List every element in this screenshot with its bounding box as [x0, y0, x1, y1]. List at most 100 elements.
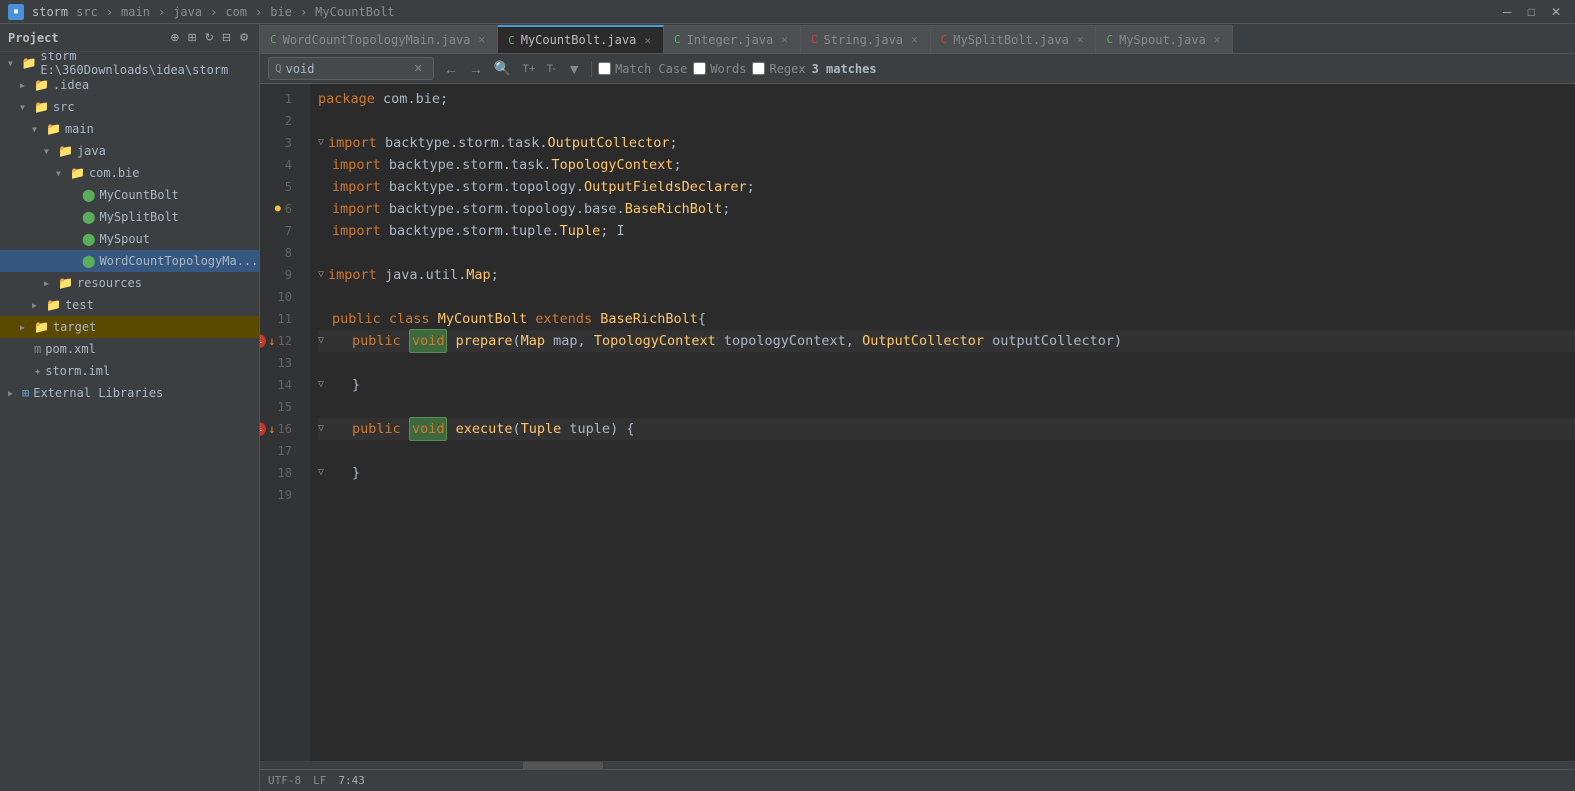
- words-option[interactable]: Words: [693, 62, 746, 76]
- words-checkbox[interactable]: [693, 62, 706, 75]
- java-icon: C: [1106, 33, 1113, 46]
- search-input[interactable]: [286, 62, 406, 76]
- tab-label-wordcount: WordCountTopologyMain.java: [283, 33, 471, 47]
- tab-wordcount[interactable]: C WordCountTopologyMain.java ✕: [260, 25, 498, 53]
- tree-item-java[interactable]: ▼ 📁 java: [0, 140, 259, 162]
- tree-item-mysplitbolt[interactable]: ⬤ MySplitBolt: [0, 206, 259, 228]
- tree-label-storm: storm E:\360Downloads\idea\storm: [40, 52, 259, 77]
- tab-close-string[interactable]: ✕: [909, 32, 920, 47]
- tab-mycountbolt[interactable]: C MyCountBolt.java ✕: [498, 25, 664, 53]
- scroll-thumb[interactable]: [523, 762, 603, 770]
- search-option1-button[interactable]: T+: [518, 58, 539, 79]
- fold-arrow-icon[interactable]: ▽: [318, 330, 324, 352]
- clear-search-button[interactable]: ✕: [410, 60, 427, 77]
- line-num-19: 19: [260, 484, 300, 506]
- chevron-down-icon: ▼: [20, 103, 30, 112]
- tree-label-idea: .idea: [53, 78, 89, 92]
- tree-label-src: src: [53, 100, 75, 114]
- gear-button[interactable]: ⚙: [237, 29, 251, 46]
- error-badge-icon: 1: [260, 422, 266, 436]
- code-editor[interactable]: 1 2 3 4 5 ●6 7 8 9 10 11 1 ↓12 13 14 1: [260, 84, 1575, 761]
- code-line-5: import backtype.storm.topology.OutputFie…: [318, 176, 1575, 198]
- folder-icon: 📁: [46, 298, 61, 312]
- code-line-15: [318, 396, 1575, 418]
- line-num-9: 9: [260, 264, 300, 286]
- tree-item-src[interactable]: ▼ 📁 src: [0, 96, 259, 118]
- line-num-16: 1 ↓16: [260, 418, 300, 440]
- minimize-button[interactable]: ─: [1497, 3, 1518, 21]
- tab-close-wordcount[interactable]: ✕: [476, 32, 487, 47]
- close-button[interactable]: ✕: [1545, 3, 1567, 21]
- new-folder-button[interactable]: ⊞: [185, 29, 198, 46]
- tree-item-storm[interactable]: ▼ 📁 storm E:\360Downloads\idea\storm: [0, 52, 259, 74]
- match-case-label: Match Case: [615, 62, 687, 76]
- tab-string[interactable]: C String.java ✕: [801, 25, 931, 53]
- search-next-button[interactable]: →: [465, 58, 487, 79]
- code-line-8: [318, 242, 1575, 264]
- encoding-label: UTF-8: [268, 774, 301, 787]
- tree-item-myspout[interactable]: ⬤ MySpout: [0, 228, 259, 250]
- tab-mysplitbolt[interactable]: C MySplitBolt.java ✕: [931, 25, 1097, 53]
- match-case-option[interactable]: Match Case: [598, 62, 687, 76]
- line-num-8: 8: [260, 242, 300, 264]
- regex-checkbox[interactable]: [752, 62, 765, 75]
- tree-label-extlibs: External Libraries: [33, 386, 163, 400]
- tab-myspout[interactable]: C MySpout.java ✕: [1096, 25, 1233, 53]
- tree-item-target[interactable]: ▶ 📁 target: [0, 316, 259, 338]
- title-bar: ▪ storm src › main › java › com › bie › …: [0, 0, 1575, 24]
- code-line-19: [318, 484, 1575, 506]
- tab-close-integer[interactable]: ✕: [779, 32, 790, 47]
- tree-label-test: test: [65, 298, 94, 312]
- java-icon: C: [674, 33, 681, 46]
- search-prev-button[interactable]: ←: [440, 58, 462, 79]
- tree-item-stormiml[interactable]: ✦ storm.iml: [0, 360, 259, 382]
- search-bar: Q ✕ ← → 🔍 T+ T- ▼ Match Case Words: [260, 54, 1575, 84]
- tree-item-idea[interactable]: ▶ 📁 .idea: [0, 74, 259, 96]
- fold-arrow-icon[interactable]: ▽: [318, 132, 324, 154]
- horizontal-scrollbar[interactable]: [260, 761, 1575, 769]
- nav-main: main: [121, 5, 150, 19]
- nav-mycountbolt: MyCountBolt: [315, 5, 394, 19]
- editor-area: C WordCountTopologyMain.java ✕ C MyCount…: [260, 24, 1575, 791]
- tree-item-resources[interactable]: ▶ 📁 resources: [0, 272, 259, 294]
- search-option2-button[interactable]: T-: [542, 58, 560, 79]
- search-input-wrapper[interactable]: Q ✕: [268, 57, 434, 80]
- code-line-3: ▽ import backtype.storm.task.OutputColle…: [318, 132, 1575, 154]
- line-num-2: 2: [260, 110, 300, 132]
- tab-close-mycountbolt[interactable]: ✕: [642, 33, 653, 48]
- tab-close-myspout[interactable]: ✕: [1212, 32, 1223, 47]
- search-magnify-button[interactable]: 🔍: [490, 58, 515, 79]
- search-navigation: ← → 🔍 T+ T- ▼: [440, 58, 585, 79]
- nav-com: com: [225, 5, 247, 19]
- match-case-checkbox[interactable]: [598, 62, 611, 75]
- maximize-button[interactable]: □: [1522, 3, 1541, 21]
- line-num-5: 5: [260, 176, 300, 198]
- fold-arrow-icon[interactable]: ▽: [318, 462, 324, 484]
- code-line-10: [318, 286, 1575, 308]
- tab-integer[interactable]: C Integer.java ✕: [664, 25, 801, 53]
- tree-label-combie: com.bie: [89, 166, 140, 180]
- tab-close-mysplitbolt[interactable]: ✕: [1075, 32, 1086, 47]
- tree-item-extlibs[interactable]: ▶ ⊞ External Libraries: [0, 382, 259, 404]
- search-filter-button[interactable]: ▼: [563, 58, 585, 79]
- collapse-button[interactable]: ⊟: [220, 29, 233, 46]
- tree-item-main[interactable]: ▼ 📁 main: [0, 118, 259, 140]
- new-file-button[interactable]: ⊕: [168, 29, 181, 46]
- line-num-4: 4: [260, 154, 300, 176]
- search-matches: 3 matches: [812, 62, 877, 76]
- tree-item-combie[interactable]: ▼ 📁 com.bie: [0, 162, 259, 184]
- tree-item-mycountbolt[interactable]: ⬤ MyCountBolt: [0, 184, 259, 206]
- code-content[interactable]: package com.bie; ▽ import backtype.storm…: [310, 84, 1575, 761]
- tree-item-wordcount[interactable]: ⬤ WordCountTopologyMa...: [0, 250, 259, 272]
- tree-item-test[interactable]: ▶ 📁 test: [0, 294, 259, 316]
- nav-sep1: src: [76, 5, 98, 19]
- line-separator-label: LF: [313, 774, 326, 787]
- tree-label-myspout: MySpout: [99, 232, 150, 246]
- fold-arrow-icon[interactable]: ▽: [318, 374, 324, 396]
- sync-button[interactable]: ↻: [203, 29, 216, 46]
- tree-item-pomxml[interactable]: m pom.xml: [0, 338, 259, 360]
- fold-arrow-icon[interactable]: ▽: [318, 264, 324, 286]
- tree-label-mysplitbolt: MySplitBolt: [99, 210, 178, 224]
- fold-arrow-icon[interactable]: ▽: [318, 418, 324, 440]
- regex-option[interactable]: Regex: [752, 62, 805, 76]
